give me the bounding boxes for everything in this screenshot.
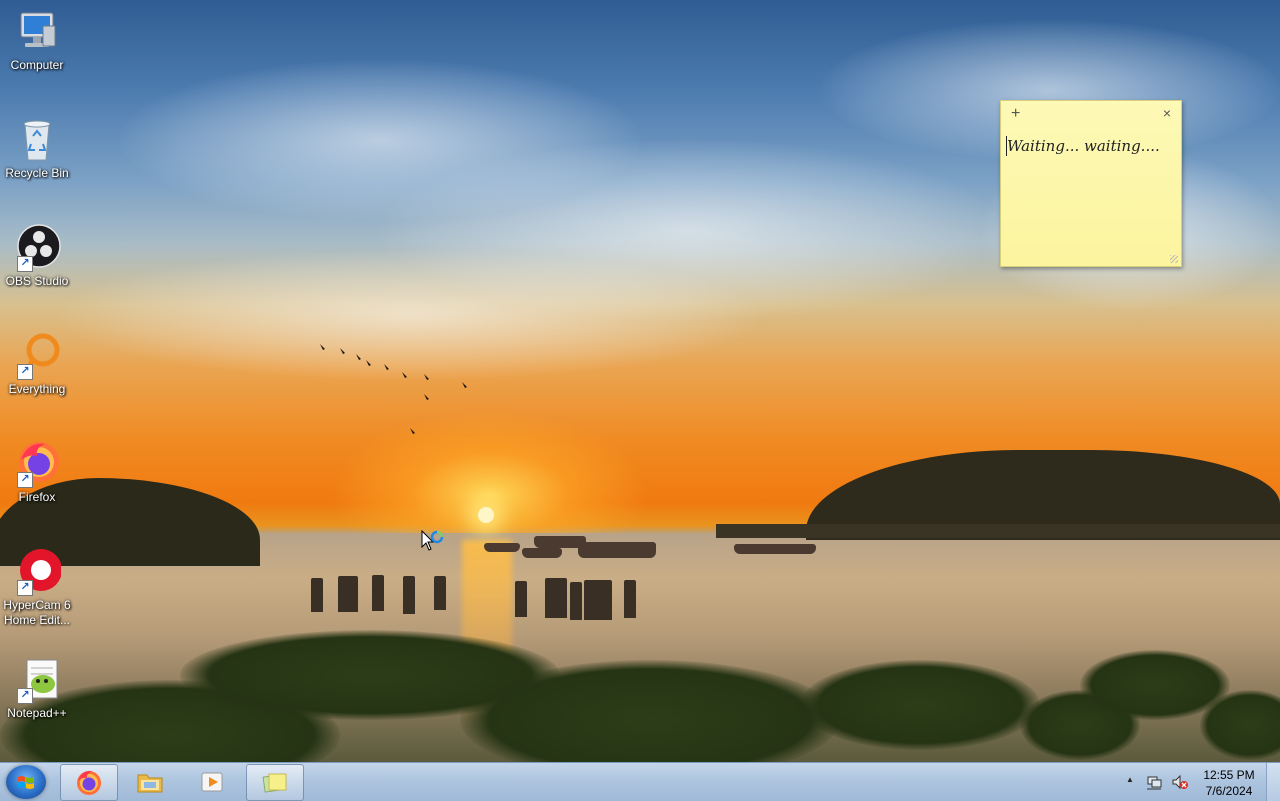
desktop-icon-recycle-bin[interactable]: Recycle Bin xyxy=(0,116,74,181)
desktop-icon-label: OBS Studio xyxy=(5,274,69,288)
wooden-post xyxy=(372,575,384,611)
firefox-icon xyxy=(77,770,101,795)
wooden-post xyxy=(434,576,446,610)
shortcut-arrow-icon: ↗ xyxy=(17,364,33,380)
desktop-icon-label: Firefox xyxy=(18,490,56,504)
sticky-notes-icon xyxy=(262,773,287,793)
busy-cursor xyxy=(421,529,449,559)
shortcut-arrow-icon: ↗ xyxy=(17,688,33,704)
folder-icon xyxy=(137,774,163,793)
taskbar-button-sticky-notes[interactable] xyxy=(246,764,304,801)
start-button[interactable] xyxy=(6,765,46,799)
wooden-post xyxy=(624,580,636,618)
show-desktop-button[interactable] xyxy=(1266,763,1280,801)
desktop-icon-obs-studio[interactable]: ↗ OBS Studio xyxy=(0,224,74,289)
computer-icon xyxy=(13,8,61,56)
desktop-icon-label: Computer xyxy=(10,58,64,72)
system-clock[interactable]: 12:55 PM 7/6/2024 xyxy=(1196,767,1262,799)
obs-studio-icon: ↗ xyxy=(13,224,61,272)
firefox-icon: ↗ xyxy=(13,440,61,488)
notepad-plus-plus-icon: ↗ xyxy=(13,656,61,704)
birds xyxy=(318,344,472,436)
shortcut-arrow-icon: ↗ xyxy=(17,580,33,596)
mangrove xyxy=(800,660,1040,750)
volume-muted-icon[interactable] xyxy=(1172,774,1188,790)
windows-logo-icon xyxy=(18,776,34,789)
wooden-post xyxy=(584,580,612,620)
sticky-note-text[interactable]: Waiting... waiting.... xyxy=(1007,137,1160,155)
wooden-post xyxy=(515,581,527,617)
boat xyxy=(734,544,816,554)
desktop-icon-hypercam[interactable]: ↗ HyperCam 6 Home Edit... xyxy=(0,548,74,628)
wooden-post xyxy=(545,578,567,618)
network-icon[interactable] xyxy=(1146,774,1162,790)
desktop-icon-label: HyperCam 6 Home Edit... xyxy=(3,598,71,627)
show-hidden-icons-button[interactable]: ▲ xyxy=(1126,775,1134,784)
boat xyxy=(484,543,520,552)
boat xyxy=(578,542,656,558)
boat xyxy=(522,548,562,558)
recycle-bin-icon xyxy=(13,116,61,164)
wooden-post xyxy=(311,578,323,612)
close-note-button[interactable]: × xyxy=(1163,105,1171,121)
hypercam-icon: ↗ xyxy=(13,548,62,596)
sun xyxy=(478,507,494,523)
clock-time: 12:55 PM xyxy=(1203,768,1255,782)
taskbar-button-explorer[interactable] xyxy=(122,764,178,799)
media-player-icon xyxy=(201,772,223,792)
taskbar: ▲ 12:55 PM 7/6/2024 xyxy=(0,762,1280,801)
desktop-icon-computer[interactable]: Computer xyxy=(0,8,74,73)
desktop-icon-label: Recycle Bin xyxy=(5,166,69,180)
wooden-post xyxy=(338,576,358,612)
everything-icon: ↗ xyxy=(13,332,61,380)
shore-strip xyxy=(716,524,1280,538)
taskbar-button-firefox[interactable] xyxy=(60,764,118,801)
wooden-post xyxy=(403,576,415,614)
clock-date: 7/6/2024 xyxy=(1205,784,1253,798)
add-note-button[interactable]: + xyxy=(1011,105,1020,123)
shortcut-arrow-icon: ↗ xyxy=(17,472,33,488)
desktop-icon-notepad-plus-plus[interactable]: ↗ Notepad++ xyxy=(0,656,74,721)
desktop-icon-firefox[interactable]: ↗ Firefox xyxy=(0,440,74,505)
taskbar-button-media-player[interactable] xyxy=(184,764,240,799)
desktop-icon-label: Everything xyxy=(8,382,66,396)
wooden-post xyxy=(570,582,582,620)
shortcut-arrow-icon: ↗ xyxy=(17,256,33,272)
sticky-note-titlebar[interactable]: + × xyxy=(1001,101,1181,127)
desktop-icon-everything[interactable]: ↗ Everything xyxy=(0,332,74,397)
resize-grip[interactable] xyxy=(1170,255,1178,263)
sticky-note[interactable]: + × Waiting... waiting.... xyxy=(1000,100,1182,267)
desktop-icon-label: Notepad++ xyxy=(7,706,67,720)
